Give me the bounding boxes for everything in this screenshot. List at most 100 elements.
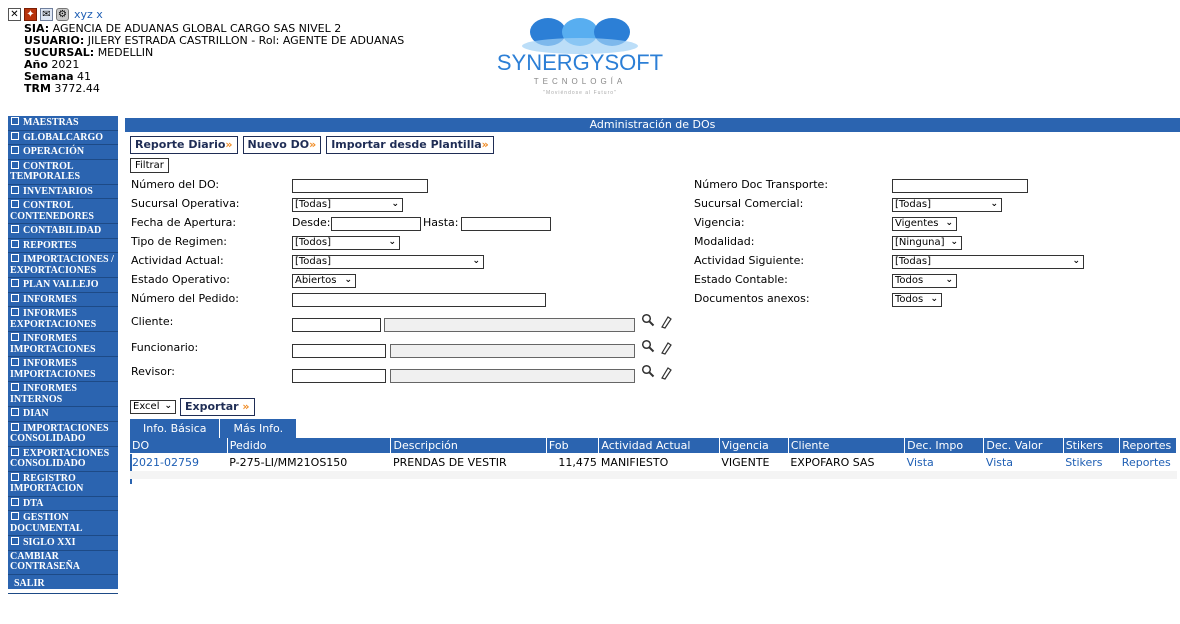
nuevo-do-button[interactable]: Nuevo DO»: [242, 136, 322, 154]
exportar-button[interactable]: Exportar »: [180, 398, 255, 416]
funcionario-code-input[interactable]: [292, 344, 386, 358]
sucursal-comercial-label: Sucursal Comercial:: [694, 197, 804, 210]
col-fob[interactable]: Fob: [546, 438, 600, 453]
sidebar-item-informes-importaciones[interactable]: INFORMES IMPORTACIONES: [8, 332, 118, 357]
estado-contable-select[interactable]: Todos ⌄: [892, 274, 957, 288]
sidebar-item-informes[interactable]: INFORMES: [8, 293, 118, 307]
user-link[interactable]: xyz x: [74, 8, 103, 21]
estado-operativo-select[interactable]: Abiertos ⌄: [292, 274, 356, 288]
sidebar-item-inventarios[interactable]: INVENTARIOS: [8, 185, 118, 199]
funcionario-name-input[interactable]: [390, 344, 635, 358]
col-vigencia[interactable]: Vigencia: [719, 438, 789, 453]
col-reportes[interactable]: Reportes: [1119, 438, 1177, 453]
sidebar-item-reportes[interactable]: REPORTES: [8, 239, 118, 253]
col-descripcion[interactable]: Descripción: [390, 438, 547, 453]
revisor-search-icon[interactable]: [641, 364, 655, 378]
estado-operativo-label: Estado Operativo:: [131, 273, 230, 286]
revisor-eraser-icon[interactable]: [659, 366, 673, 380]
vigencia-cell: VIGENTE: [721, 456, 770, 469]
cliente-search-icon[interactable]: [641, 313, 655, 327]
filtrar-button[interactable]: Filtrar: [130, 158, 169, 173]
sidebar-item-informes-exportaciones[interactable]: INFORMES EXPORTACIONES: [8, 307, 118, 332]
reportes-link[interactable]: Reportes: [1122, 456, 1171, 469]
desde-label: Desde:: [292, 216, 331, 229]
logo-sub: TECNOLOGÍA: [534, 77, 626, 86]
col-dec-valor[interactable]: Dec. Valor: [983, 438, 1064, 453]
descripcion-cell: PRENDAS DE VESTIR: [392, 456, 507, 469]
mail-icon[interactable]: ✉: [40, 8, 53, 21]
col-cliente[interactable]: Cliente: [788, 438, 906, 453]
sidebar-item-plan-vallejo[interactable]: PLAN VALLEJO: [8, 278, 118, 293]
main-panel: Administración de DOs Reporte Diario» Nu…: [125, 118, 1180, 484]
sidebar-item-dian[interactable]: DIAN: [8, 407, 118, 422]
sidebar-item-control-contenedores[interactable]: CONTROL CONTENEDORES: [8, 199, 118, 224]
do-link[interactable]: 2021-02759: [132, 456, 199, 469]
importar-plantilla-button[interactable]: Importar desde Plantilla»: [326, 136, 494, 154]
sidebar-item-globalcargo[interactable]: GLOBALCARGO: [8, 131, 118, 145]
actividad-actual-select[interactable]: [Todas] ⌄: [292, 255, 484, 269]
col-stikers[interactable]: Stikers: [1063, 438, 1121, 453]
revisor-code-input[interactable]: [292, 369, 386, 383]
documentos-anexos-select[interactable]: Todos ⌄: [892, 293, 942, 307]
numero-pedido-input[interactable]: [292, 293, 546, 307]
sidebar-item-gestion-documental[interactable]: GESTION DOCUMENTAL: [8, 511, 118, 536]
sidebar-item-importaciones-consolidado[interactable]: IMPORTACIONES CONSOLIDADO: [8, 422, 118, 447]
tab-info-basica[interactable]: Info. Básica: [130, 419, 221, 438]
reporte-diario-button[interactable]: Reporte Diario»: [130, 136, 238, 154]
dec-impo-link[interactable]: Vista: [907, 456, 934, 469]
settings-icon[interactable]: ⚙: [56, 8, 69, 21]
tab-mas-info[interactable]: Más Info.: [220, 419, 298, 438]
sidebar-item-registro-importacion[interactable]: REGISTRO IMPORTACION: [8, 472, 118, 497]
close-icon[interactable]: ✕: [8, 8, 21, 21]
cliente-code-input[interactable]: [292, 318, 381, 332]
page-title: Administración de DOs: [125, 118, 1180, 132]
result-tabs: Info. Básica Más Info.: [130, 419, 298, 438]
sidebar-item-contabilidad[interactable]: CONTABILIDAD: [8, 224, 118, 239]
sidebar-item-exportaciones-consolidado[interactable]: EXPORTACIONES CONSOLIDADO: [8, 447, 118, 472]
modalidad-select[interactable]: [Ninguna] ⌄: [892, 236, 962, 250]
sidebar-item-cambiar-contrasena[interactable]: CAMBIAR CONTRASEÑA: [8, 551, 118, 575]
col-do[interactable]: DO: [130, 438, 228, 453]
fecha-desde-input[interactable]: [331, 217, 421, 231]
cliente-cell: EXPOFARO SAS: [790, 456, 875, 469]
col-dec-impo[interactable]: Dec. Impo: [904, 438, 985, 453]
vigencia-select[interactable]: Vigentes ⌄: [892, 217, 957, 231]
cliente-eraser-icon[interactable]: [659, 315, 673, 329]
funcionario-eraser-icon[interactable]: [659, 341, 673, 355]
sidebar-item-salir[interactable]: SALIR: [8, 575, 118, 594]
synergy-app-icon[interactable]: ✦: [24, 8, 37, 21]
numero-doc-transporte-input[interactable]: [892, 179, 1028, 193]
numero-do-input[interactable]: [292, 179, 428, 193]
stikers-link[interactable]: Stikers: [1065, 456, 1102, 469]
cliente-name-input[interactable]: [384, 318, 635, 332]
sidebar-item-informes-importaciones-2[interactable]: INFORMES IMPORTACIONES: [8, 357, 118, 382]
sucursal-value: MEDELLIN: [97, 46, 154, 59]
sidebar-item-operacion[interactable]: OPERACIÓN: [8, 145, 118, 160]
dos-table: DO Pedido Descripción Fob Actividad Actu…: [130, 438, 1177, 472]
sidebar-item-dta[interactable]: DTA: [8, 497, 118, 511]
sidebar-item-informes-internos[interactable]: INFORMES INTERNOS: [8, 382, 118, 407]
revisor-label: Revisor:: [131, 365, 175, 378]
sidebar-item-siglo-xxi[interactable]: SIGLO XXI: [8, 536, 118, 551]
revisor-name-input[interactable]: [390, 369, 635, 383]
sucursal-operativa-select[interactable]: [Todas] ⌄: [292, 198, 403, 212]
actividad-siguiente-select[interactable]: [Todas] ⌄: [892, 255, 1084, 269]
trm-value: 3772.44: [54, 82, 100, 95]
tipo-regimen-select[interactable]: [Todos] ⌄: [292, 236, 400, 250]
table-left-border: [130, 454, 132, 484]
funcionario-label: Funcionario:: [131, 341, 199, 354]
sidebar-item-importaciones-exportaciones[interactable]: IMPORTACIONES / EXPORTACIONES: [8, 253, 118, 278]
documentos-anexos-label: Documentos anexos:: [694, 292, 810, 305]
sidebar-item-maestras[interactable]: MAESTRAS: [8, 116, 118, 131]
cliente-label: Cliente:: [131, 315, 174, 328]
sucursal-comercial-select[interactable]: [Todas] ⌄: [892, 198, 1002, 212]
sidebar-item-control-temporales[interactable]: CONTROL TEMPORALES: [8, 160, 118, 185]
col-actividad-actual[interactable]: Actividad Actual: [598, 438, 720, 453]
funcionario-search-icon[interactable]: [641, 339, 655, 353]
export-format-select[interactable]: Excel ⌄: [130, 400, 176, 414]
dec-valor-link[interactable]: Vista: [986, 456, 1013, 469]
table-footer-strip: [130, 471, 1177, 479]
fecha-hasta-input[interactable]: [461, 217, 551, 231]
actividad-actual-label: Actividad Actual:: [131, 254, 224, 267]
col-pedido[interactable]: Pedido: [227, 438, 392, 453]
